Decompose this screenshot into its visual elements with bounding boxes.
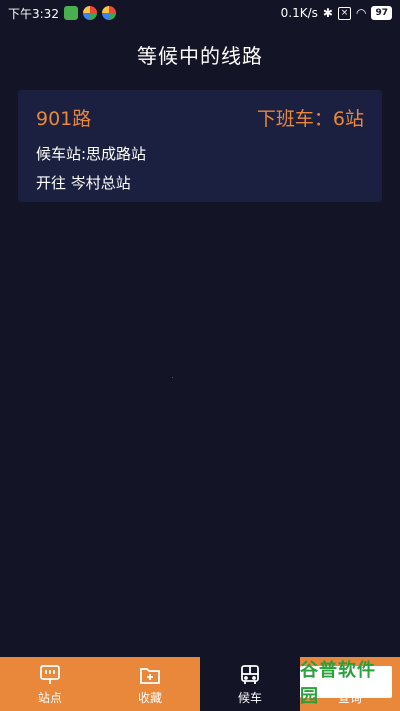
status-time: 下午3:32 (8, 6, 59, 21)
battery-icon: 97 (371, 6, 392, 20)
app-notification-icon-3 (101, 6, 116, 20)
wifi-icon: ◠ (355, 6, 367, 20)
route-card[interactable]: 901路 下班车：6站 候车站:思成路站 开往 岑村总站 (18, 90, 382, 202)
next-bus-stops: 下班车：6站 (256, 108, 364, 130)
route-name: 901路 (36, 108, 92, 130)
app-notification-icon-2 (82, 6, 97, 20)
nav-label-waiting: 候车 (237, 690, 262, 705)
sim-off-icon: × (337, 6, 351, 20)
nav-item-waiting[interactable]: 候车 (200, 657, 300, 711)
stray-dot (172, 377, 173, 378)
bluetooth-icon: ✱ (322, 6, 333, 20)
nav-label-favorites: 收藏 (137, 690, 162, 705)
stop-board-icon (40, 664, 60, 684)
nav-item-stations[interactable]: 站点 (0, 657, 100, 711)
network-speed: 0.1K/s (280, 6, 318, 20)
route-header-row: 901路 下班车：6站 (36, 104, 364, 131)
nav-label-stations: 站点 (37, 690, 62, 705)
folder-plus-icon (140, 667, 160, 684)
waiting-station: 候车站:思成路站 (36, 145, 147, 163)
watermark-logo: 谷普软件园 (300, 660, 392, 707)
app-notification-icon (63, 6, 78, 20)
status-left: 下午3:32 (8, 5, 116, 22)
route-direction: 开往 岑村总站 (36, 174, 131, 192)
bus-icon (241, 664, 259, 684)
page-title: 等候中的线路 (137, 44, 263, 68)
nav-item-favorites[interactable]: 收藏 (100, 657, 200, 711)
status-right: 0.1K/s ✱ × ◠ 97 (281, 6, 392, 20)
status-bar: 下午3:32 0.1K/s ✱ × ◠ 97 (0, 0, 400, 26)
